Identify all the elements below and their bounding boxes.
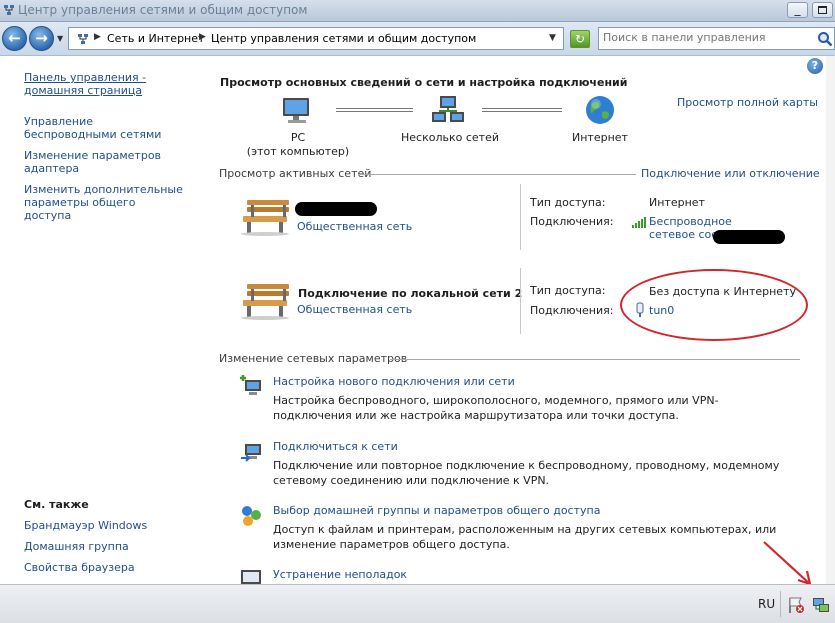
network-name: Подключение по локальной сети 2 — [298, 287, 523, 300]
network-location-icon — [78, 34, 88, 44]
task-troubleshoot-link[interactable]: Устранение неполадок — [273, 568, 407, 581]
vertical-divider — [520, 184, 521, 250]
task-connect-desc: Подключение или повторное подключение к … — [273, 459, 780, 487]
content-area: ? Панель управления - домашняя страница … — [0, 56, 835, 584]
breadcrumb-network-internet[interactable]: Сеть и Интернет — [107, 32, 204, 45]
map-link-line — [482, 108, 562, 112]
map-link-line — [336, 108, 413, 112]
connect-disconnect-link[interactable]: Подключение или отключение — [641, 167, 820, 180]
pc-icon[interactable] — [280, 96, 314, 128]
internet-label: Интернет — [572, 131, 628, 144]
breadcrumb-network-center[interactable]: Центр управления сетями и общим доступом — [211, 32, 476, 45]
tray-network-icon[interactable] — [812, 596, 830, 614]
task-homegroup-desc: Доступ к файлам и принтерам, расположенн… — [273, 523, 777, 551]
change-settings-label: Изменение сетевых параметров — [219, 352, 408, 365]
connections-label: Подключения: — [530, 215, 614, 228]
search-box[interactable] — [598, 27, 835, 50]
forward-icon: → — [35, 29, 48, 47]
see-also-firewall[interactable]: Брандмауэр Windows — [24, 519, 147, 532]
annotation-ellipse — [620, 269, 808, 341]
access-type-label: Тип доступа: — [530, 284, 606, 297]
network-type-link[interactable]: Общественная сеть — [297, 303, 412, 316]
connect-network-icon — [241, 444, 261, 462]
see-also-browser-props[interactable]: Свойства браузера — [24, 561, 135, 574]
redaction-mark — [713, 230, 785, 244]
network-center-app-icon — [4, 5, 14, 15]
back-icon: ← — [8, 29, 21, 47]
breadcrumb-separator-icon[interactable]: ▶ — [94, 32, 101, 42]
pc-sublabel: (этот компьютер) — [246, 145, 350, 158]
new-connection-icon — [240, 375, 261, 395]
network-type-link[interactable]: Общественная сеть — [297, 220, 412, 233]
multi-network-label: Несколько сетей — [401, 131, 499, 144]
sidebar-home-link[interactable]: Панель управления - домашняя страница — [24, 71, 204, 97]
recent-pages-chevron-icon[interactable]: ▼ — [57, 34, 63, 43]
forward-button[interactable]: → — [29, 26, 54, 51]
connections-label: Подключения: — [530, 304, 614, 317]
vertical-divider — [520, 268, 521, 334]
bench-icon — [241, 200, 289, 236]
active-networks-label: Просмотр активных сетей — [219, 167, 372, 180]
access-type-value: Интернет — [649, 196, 705, 209]
taskbar-separator — [780, 591, 781, 617]
back-button[interactable]: ← — [2, 26, 27, 51]
maximize-button[interactable] — [812, 2, 833, 18]
task-new-connection-desc: Настройка беспроводного, широкополосного… — [273, 394, 719, 422]
see-also-homegroup[interactable]: Домашняя группа — [24, 540, 129, 553]
language-indicator[interactable]: RU — [758, 597, 775, 611]
maximize-icon — [818, 6, 827, 14]
address-bar[interactable]: ▶ Сеть и Интернет ▶ Центр управления сет… — [68, 27, 564, 50]
task-connect-link[interactable]: Подключиться к сети — [273, 440, 398, 453]
navigation-bar: ← → ▼ ▶ Сеть и Интернет ▶ Центр управлен… — [0, 22, 835, 56]
pc-label: PC — [290, 131, 306, 144]
task-new-connection-link[interactable]: Настройка нового подключения или сети — [273, 375, 515, 388]
network-icon[interactable] — [430, 94, 466, 128]
search-icon[interactable] — [817, 31, 833, 47]
sidebar-item-wireless[interactable]: Управление беспроводными сетями — [24, 115, 184, 141]
divider — [358, 174, 636, 175]
title-bar: Центр управления сетями и общим доступом… — [0, 0, 835, 22]
taskbar: RU — [0, 584, 835, 623]
flag-icon[interactable] — [787, 596, 805, 614]
help-icon[interactable]: ? — [807, 58, 823, 74]
sidebar-item-adapter[interactable]: Изменение параметров адаптера — [24, 149, 164, 175]
bench-icon — [241, 284, 289, 320]
refresh-button[interactable]: ↻ — [570, 30, 590, 48]
breadcrumb-separator-icon[interactable]: ▶ — [199, 32, 206, 42]
window-title: Центр управления сетями и общим доступом — [18, 3, 308, 17]
sidebar-item-sharing[interactable]: Изменить дополнительные параметры общего… — [24, 183, 184, 222]
full-map-link[interactable]: Просмотр полной карты — [677, 96, 818, 109]
task-homegroup-link[interactable]: Выбор домашней группы и параметров общег… — [273, 504, 600, 517]
address-dropdown-icon[interactable]: ▼ — [549, 33, 556, 43]
annotation-arrow — [763, 541, 812, 584]
minimize-button[interactable]: _ — [787, 2, 808, 18]
page-title: Просмотр основных сведений о сети и наст… — [220, 76, 628, 89]
see-also-heading: См. также — [24, 498, 89, 511]
scrollbar[interactable] — [826, 56, 835, 584]
search-input[interactable] — [603, 31, 813, 44]
refresh-icon: ↻ — [574, 32, 586, 46]
homegroup-icon — [242, 506, 261, 526]
troubleshoot-icon — [241, 570, 261, 584]
redaction-mark — [295, 202, 377, 216]
wifi-signal-icon — [632, 217, 646, 228]
access-type-label: Тип доступа: — [530, 196, 606, 209]
divider — [390, 359, 800, 360]
globe-icon[interactable] — [584, 94, 616, 126]
